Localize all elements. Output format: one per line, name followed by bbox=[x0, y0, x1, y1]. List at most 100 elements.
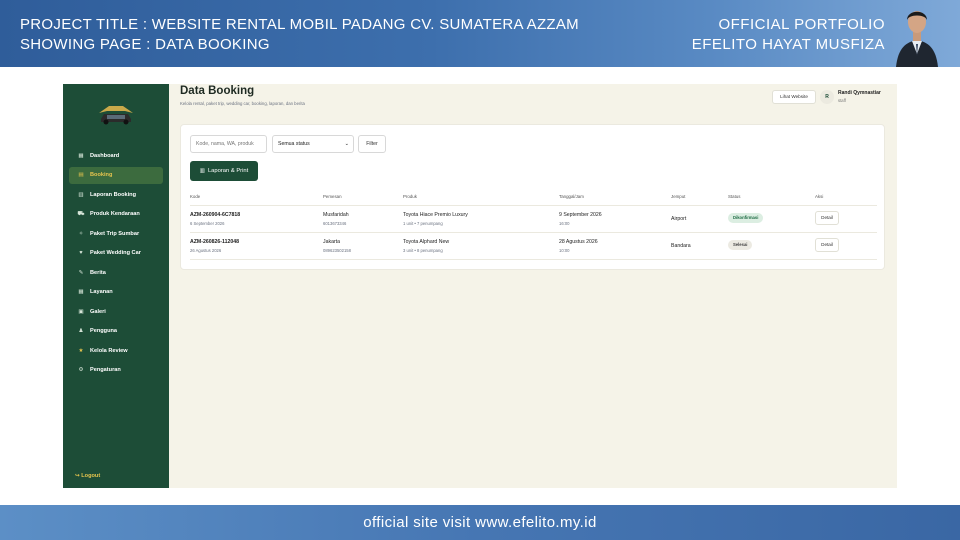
search-input[interactable] bbox=[190, 135, 267, 153]
sidebar-item-label: Berita bbox=[90, 269, 106, 276]
row-pemesan-phone: 089623502158 bbox=[323, 248, 351, 253]
brand-logo bbox=[95, 102, 137, 126]
sidebar-item-label: Layanan bbox=[90, 289, 113, 295]
sidebar-item-label: Produk Kendaraan bbox=[90, 211, 140, 217]
status-select-value: Semua status bbox=[278, 141, 310, 147]
main-content: Data Booking Kelola rental, paket trip, … bbox=[169, 84, 897, 488]
sidebar-nav: ▦ Dashboard ▤ Booking ▥ Laporan Booking … bbox=[69, 147, 163, 381]
header-produk: Produk bbox=[403, 194, 417, 199]
user-role: staff bbox=[838, 98, 846, 103]
row-produk: Toyota Hiace Premio Luxury bbox=[403, 212, 468, 218]
sidebar-item-pengaturan[interactable]: ⚙ Pengaturan bbox=[69, 362, 163, 379]
user-name: Randi Qymnastiar bbox=[838, 90, 881, 96]
sidebar-item-label: Pengguna bbox=[90, 328, 118, 334]
car-icon: ⛟ bbox=[77, 210, 85, 217]
user-icon: ♟ bbox=[78, 328, 84, 334]
table-header: Kode Pemesan Produk Tanggal/Jam Jemput S… bbox=[190, 191, 877, 206]
row-produk: Toyota Alphard New bbox=[403, 239, 450, 245]
sidebar-item-booking[interactable]: ▤ Booking bbox=[69, 166, 163, 184]
logout-link[interactable]: ↪ Logout bbox=[75, 473, 100, 479]
official-site-text[interactable]: official site visit www.efelito.my.id bbox=[363, 514, 596, 531]
header-jemput: Jemput bbox=[671, 194, 686, 199]
compass-icon: ✧ bbox=[78, 230, 84, 237]
sidebar-item-dashboard[interactable]: ▦ Dashboard bbox=[69, 147, 163, 164]
sidebar-item-berita[interactable]: ✎ Berita bbox=[69, 264, 163, 281]
status-select[interactable]: Semua status ⌄ bbox=[272, 135, 354, 153]
header-tanggal: Tanggal/Jam bbox=[559, 194, 584, 199]
gallery-icon: ▣ bbox=[78, 308, 84, 315]
row-jam: 16:00 bbox=[559, 221, 570, 226]
booking-table: Kode Pemesan Produk Tanggal/Jam Jemput S… bbox=[190, 191, 877, 260]
row-produk-detail: 3 unit • 8 penumpang bbox=[403, 248, 443, 253]
lihat-website-button[interactable]: Lihat Website bbox=[772, 90, 816, 104]
sidebar-item-label: Paket Wedding Car bbox=[90, 250, 141, 256]
header-kode: Kode bbox=[190, 194, 201, 199]
row-kode-date: 6 September 2026 bbox=[190, 221, 225, 226]
row-tanggal: 28 Agustus 2026 bbox=[559, 239, 598, 245]
project-title: PROJECT TITLE : WEBSITE RENTAL MOBIL PAD… bbox=[20, 16, 579, 33]
chevron-down-icon: ⌄ bbox=[344, 141, 349, 147]
sidebar-item-layanan[interactable]: ▦ Layanan bbox=[69, 284, 163, 301]
logout-label: Logout bbox=[81, 473, 101, 479]
row-pemesan: Musfaridah bbox=[323, 212, 349, 218]
wedding-car-icon: ♥ bbox=[79, 250, 83, 256]
detail-button[interactable]: Detail bbox=[815, 211, 839, 225]
row-jemput: Airport bbox=[671, 216, 687, 222]
header-aksi: Aksi bbox=[815, 194, 824, 199]
header-status: Status bbox=[728, 194, 741, 199]
sidebar-item-galeri[interactable]: ▣ Galeri bbox=[69, 303, 163, 320]
booking-card: Semua status ⌄ Filter ▥ Laporan & Print … bbox=[180, 124, 885, 270]
sidebar-item-label: Paket Trip Sumbar bbox=[90, 230, 140, 237]
row-kode: AZM-260904-6C7818 bbox=[190, 212, 241, 218]
app-window: ▦ Dashboard ▤ Booking ▥ Laporan Booking … bbox=[63, 84, 897, 488]
grid-icon: ▦ bbox=[78, 152, 84, 159]
sidebar-item-label: Galeri bbox=[90, 308, 106, 315]
portrait-illustration bbox=[896, 11, 938, 67]
portfolio-label: OFFICIAL PORTFOLIO bbox=[718, 16, 885, 33]
author-portrait bbox=[894, 4, 940, 67]
showing-page: SHOWING PAGE : DATA BOOKING bbox=[20, 36, 270, 53]
report-icon: ▥ bbox=[78, 191, 84, 198]
author-name: EFELITO HAYAT MUSFIZA bbox=[691, 36, 885, 53]
pen-icon: ✎ bbox=[78, 269, 84, 276]
laporan-print-label: Laporan & Print bbox=[207, 168, 249, 174]
calendar-icon: ▤ bbox=[78, 172, 84, 178]
row-produk-detail: 1 unit • 7 penumpang bbox=[403, 221, 443, 226]
gear-icon: ⚙ bbox=[78, 367, 84, 373]
avatar[interactable]: R bbox=[820, 90, 834, 104]
row-tanggal: 9 September 2026 bbox=[559, 212, 602, 218]
sidebar-item-label: Pengaturan bbox=[90, 367, 121, 373]
detail-button[interactable]: Detail bbox=[815, 238, 839, 252]
sidebar-item-label: Kelola Review bbox=[90, 347, 128, 354]
sidebar-item-paket-trip[interactable]: ✧ Paket Trip Sumbar bbox=[69, 225, 163, 242]
bottom-banner: official site visit www.efelito.my.id bbox=[0, 505, 960, 540]
sidebar-item-produk-kendaraan[interactable]: ⛟ Produk Kendaraan bbox=[69, 206, 163, 223]
sidebar-item-label: Laporan Booking bbox=[90, 191, 136, 198]
laporan-print-button[interactable]: ▥ Laporan & Print bbox=[190, 161, 258, 181]
logout-icon: ↪ bbox=[75, 473, 80, 479]
sidebar-item-laporan-booking[interactable]: ▥ Laporan Booking bbox=[69, 186, 163, 203]
row-pemesan-phone: 6013673346 bbox=[323, 221, 347, 226]
table-row: AZM-260904-6C7818 6 September 2026 Musfa… bbox=[190, 206, 877, 233]
sidebar-item-kelola-review[interactable]: ★ Kelola Review bbox=[69, 342, 163, 359]
star-icon: ★ bbox=[78, 347, 84, 354]
banner-left: PROJECT TITLE : WEBSITE RENTAL MOBIL PAD… bbox=[20, 15, 579, 55]
status-badge: Selesai bbox=[728, 240, 753, 250]
sidebar-item-paket-wedding[interactable]: ♥ Paket Wedding Car bbox=[69, 245, 163, 262]
sidebar-item-label: Dashboard bbox=[90, 152, 120, 159]
status-badge: Dikonfirmasi bbox=[728, 213, 764, 223]
filter-button[interactable]: Filter bbox=[358, 135, 386, 153]
sidebar-item-pengguna[interactable]: ♟ Pengguna bbox=[69, 323, 163, 340]
page-title: Data Booking bbox=[180, 85, 255, 97]
sidebar-item-label: Booking bbox=[90, 172, 113, 178]
services-icon: ▦ bbox=[78, 289, 84, 295]
row-kode: AZM-260826-112048 bbox=[190, 239, 240, 245]
top-banner: PROJECT TITLE : WEBSITE RENTAL MOBIL PAD… bbox=[0, 0, 960, 67]
banner-right: OFFICIAL PORTFOLIO EFELITO HAYAT MUSFIZA bbox=[692, 15, 885, 55]
row-kode-date: 26 Agustus 2026 bbox=[190, 248, 222, 253]
table-row: AZM-260826-112048 26 Agustus 2026 Jakart… bbox=[190, 233, 877, 260]
car-logo-icon bbox=[99, 106, 133, 125]
row-jam: 10:00 bbox=[559, 248, 570, 253]
header-pemesan: Pemesan bbox=[323, 194, 342, 199]
page-subtitle: Kelola rental, paket trip, wedding car, … bbox=[180, 101, 305, 106]
